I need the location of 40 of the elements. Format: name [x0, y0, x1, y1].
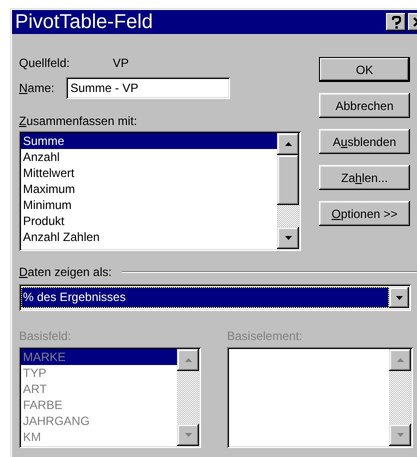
up-arrow-icon [184, 358, 192, 362]
base-item-label: Basiselement: [227, 328, 304, 344]
show-data-as-dropdown[interactable]: % des Ergebnisses [19, 284, 411, 311]
summarize-label: Zusammenfassen mit: [19, 113, 138, 129]
show-data-as-label: Daten zeigen als: [19, 265, 112, 279]
dialog-button[interactable]: Optionen >> [319, 201, 410, 226]
base-field-label: Basisfeld: [19, 328, 72, 344]
help-button[interactable] [386, 13, 406, 31]
down-arrow-icon [184, 433, 192, 437]
down-arrow-icon [284, 236, 292, 240]
down-arrow-icon [396, 433, 404, 437]
scroll-up-button[interactable] [389, 349, 411, 371]
dialog-button[interactable]: Abbrechen [319, 93, 410, 118]
scroll-down-button[interactable] [177, 424, 199, 446]
list-item[interactable]: Maximum [21, 181, 277, 197]
dialog-button[interactable]: Ausblenden [319, 129, 410, 154]
list-item[interactable]: Produkt [21, 213, 277, 229]
dropdown-value: % des Ergebnisses [21, 287, 389, 308]
name-label: Name: [19, 81, 54, 95]
list-item[interactable]: Summe [21, 133, 277, 149]
scroll-up-button[interactable] [177, 349, 199, 371]
scroll-up-button[interactable] [277, 133, 299, 155]
source-field-value: VP [112, 56, 129, 70]
window-title: PivotTable-Feld [15, 10, 153, 34]
dropdown-button[interactable] [389, 287, 409, 308]
help-icon [392, 16, 400, 28]
list-item[interactable]: Anzahl Zahlen [21, 229, 277, 245]
source-field-label: Quellfeld: [19, 56, 70, 70]
scroll-thumb[interactable] [277, 155, 299, 205]
up-arrow-icon [284, 142, 292, 146]
scroll-down-button[interactable] [389, 424, 411, 446]
list-item[interactable]: Minimum [21, 197, 277, 213]
list-item[interactable]: Mittelwert [21, 165, 277, 181]
dialog-button[interactable]: Zahlen... [319, 165, 410, 190]
dialog-button[interactable]: OK [319, 57, 410, 82]
down-arrow-icon [396, 296, 402, 300]
scroll-down-button[interactable] [277, 227, 299, 249]
list-item[interactable]: Anzahl [21, 149, 277, 165]
up-arrow-icon [396, 358, 404, 362]
name-input[interactable]: Summe - VP [66, 77, 230, 99]
